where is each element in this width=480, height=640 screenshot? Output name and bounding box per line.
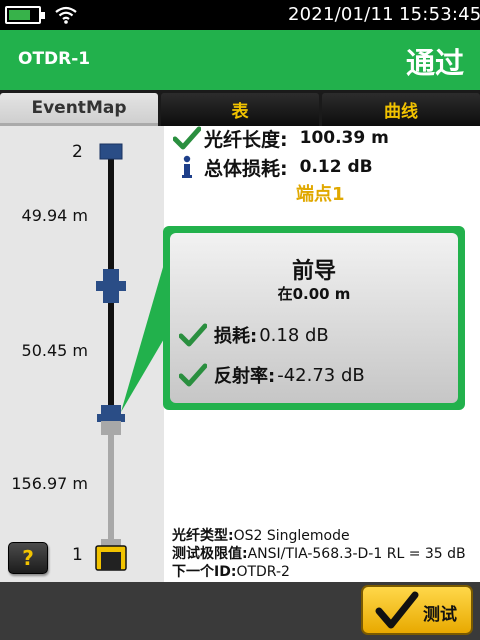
segment-length-label: 49.94 m — [21, 206, 88, 225]
status-time: 15:53:45 — [399, 4, 480, 25]
fiber-end-label-1: 1 — [72, 545, 83, 565]
tab-table[interactable]: 表 — [161, 93, 319, 126]
test-result-status: 通过 — [405, 46, 464, 80]
header: OTDR-1 通过 — [0, 30, 480, 90]
help-button[interactable]: ? — [8, 542, 48, 574]
fiber-length-row: 光纤长度: 100.39 m — [172, 124, 389, 152]
battery-fill — [9, 10, 30, 20]
total-loss-value: 0.12 dB — [299, 157, 373, 177]
segment-length-label: 50.45 m — [21, 341, 88, 360]
fiber-length-label: 光纤长度: — [204, 128, 288, 151]
test-button-label: 测试 — [423, 605, 457, 625]
tab-bar: EventMap 表 曲线 — [0, 90, 480, 126]
fiber-length-value: 100.39 m — [299, 128, 389, 148]
check-icon — [176, 363, 210, 387]
segment-length-label: 156.97 m — [11, 474, 88, 493]
test-button[interactable]: 测试 — [361, 585, 473, 635]
battery-icon — [5, 6, 45, 24]
next-id-label: 下一个ID: — [172, 564, 237, 580]
test-id-title: OTDR-1 — [18, 49, 91, 69]
fiber-segment-lower — [108, 420, 114, 544]
total-loss-label: 总体损耗: — [204, 157, 288, 180]
fiber-type-value: OS2 Singlemode — [233, 528, 350, 544]
event-reflectance-label: 反射率: — [214, 366, 276, 387]
info-icon — [172, 155, 202, 179]
help-icon: ? — [22, 546, 34, 570]
fiber-launch-connector[interactable] — [95, 539, 127, 571]
test-limit-label: 测试极限值: — [172, 546, 248, 562]
event-loss-row: 损耗: 0.18 dB — [176, 319, 329, 351]
wifi-icon — [55, 6, 77, 24]
check-icon — [176, 323, 210, 347]
next-id-value: OTDR-2 — [236, 564, 290, 580]
event-position: 在0.00 m — [277, 285, 351, 303]
test-limit-value: ANSI/TIA-568.3-D-1 RL = 35 dB — [247, 546, 466, 562]
fiber-end-label-2: 2 — [72, 142, 83, 162]
event-title: 前导 — [291, 259, 336, 284]
test-limit-line: 测试极限值:ANSI/TIA-568.3-D-1 RL = 35 dB — [172, 543, 466, 563]
status-date: 2021/01/11 — [288, 4, 394, 25]
tab-eventmap[interactable]: EventMap — [0, 93, 158, 126]
total-loss-row: 总体损耗: 0.12 dB — [172, 153, 373, 181]
check-icon — [375, 591, 419, 629]
event-loss-value: 0.18 dB — [259, 324, 329, 346]
fiber-type-label: 光纤类型: — [172, 528, 234, 544]
event-reflectance-value: -42.73 dB — [277, 364, 365, 386]
event-detail-panel: 前导 在0.00 m 损耗: 0.18 dB 反射率: -42.73 dB — [170, 233, 458, 403]
tab-trace[interactable]: 曲线 — [322, 93, 480, 126]
battery-tip — [41, 12, 45, 19]
fiber-end-connector-2[interactable] — [99, 143, 123, 160]
next-id-line: 下一个ID:OTDR-2 — [172, 561, 290, 581]
event-reflectance-row: 反射率: -42.73 dB — [176, 359, 365, 391]
endpoint-label: 端点1 — [296, 184, 345, 205]
status-bar: 2021/01/11 15:53:45 — [0, 0, 480, 30]
event-detail-popup[interactable]: 前导 在0.00 m 损耗: 0.18 dB 反射率: -42.73 dB — [163, 226, 465, 410]
check-icon — [172, 126, 202, 150]
fiber-type-line: 光纤类型:OS2 Singlemode — [172, 525, 350, 545]
event-loss-label: 损耗: — [214, 326, 258, 347]
